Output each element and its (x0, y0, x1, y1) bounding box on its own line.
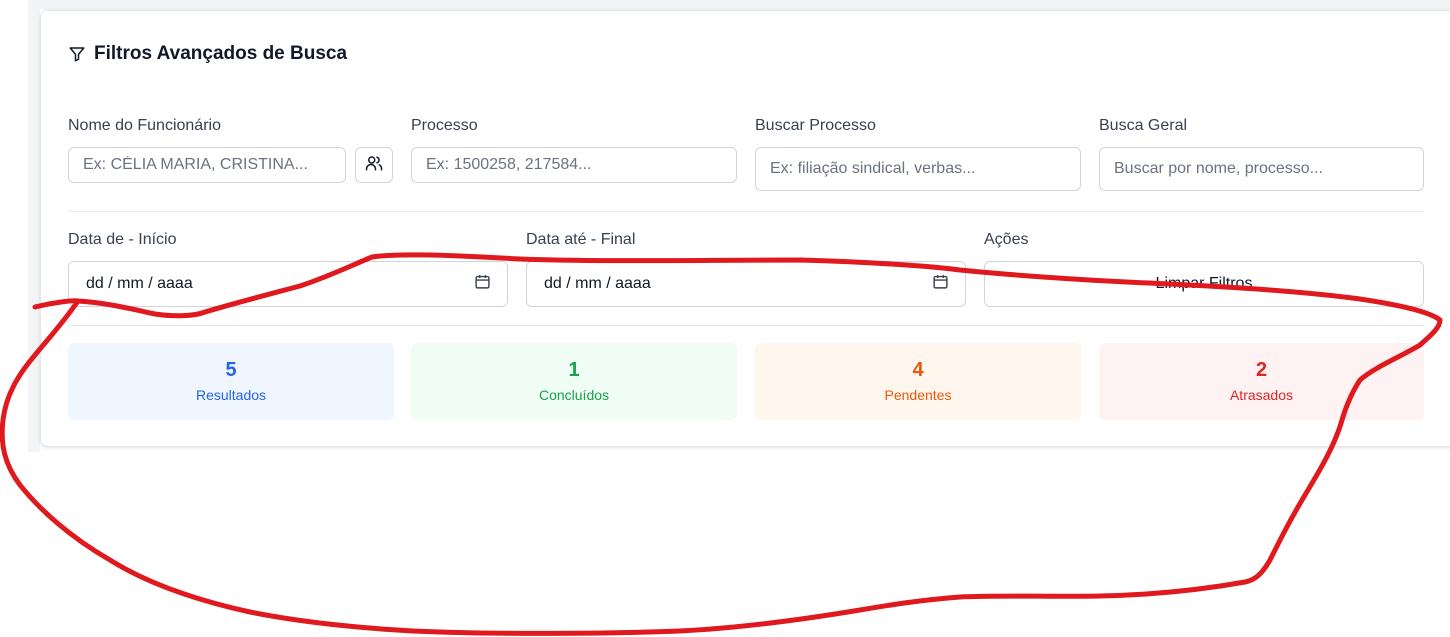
users-icon (365, 154, 383, 177)
start-date-label: Data de - Início (68, 231, 177, 248)
select-employees-button[interactable] (355, 147, 393, 183)
search-process-label: Buscar Processo (755, 117, 876, 134)
stat-value: 1 (568, 359, 580, 381)
clear-filters-button[interactable]: Limpar Filtros (984, 261, 1424, 307)
start-date-value: dd / mm / aaaa (86, 275, 193, 292)
start-date-input[interactable]: dd / mm / aaaa (68, 261, 508, 307)
stat-pending: 4 Pendentes (755, 343, 1081, 420)
end-date-label: Data até - Final (526, 231, 636, 248)
card-title: Filtros Avançados de Busca (68, 42, 347, 66)
calendar-icon[interactable] (474, 273, 491, 295)
stat-results: 5 Resultados (68, 343, 394, 420)
process-input[interactable] (411, 147, 737, 183)
general-search-label: Busca Geral (1099, 117, 1188, 134)
general-search-input[interactable] (1099, 147, 1424, 191)
stat-value: 4 (912, 359, 924, 381)
actions-label: Ações (984, 231, 1029, 248)
stat-overdue: 2 Atrasados (1099, 343, 1424, 420)
page-background-top (28, 0, 1450, 10)
stat-label: Atrasados (1229, 387, 1294, 403)
calendar-icon[interactable] (932, 273, 949, 295)
employee-name-input[interactable] (68, 147, 346, 183)
end-date-input[interactable]: dd / mm / aaaa (526, 261, 966, 307)
stat-completed: 1 Concluídos (411, 343, 737, 420)
page-background-left (28, 0, 40, 452)
stat-value: 5 (225, 359, 237, 381)
employee-name-label: Nome do Funcionário (68, 117, 221, 134)
stat-label: Resultados (195, 387, 267, 403)
divider (68, 325, 1424, 326)
filter-icon (68, 45, 86, 63)
search-process-input[interactable] (755, 147, 1081, 191)
end-date-value: dd / mm / aaaa (544, 275, 651, 292)
stat-value: 2 (1255, 359, 1268, 381)
process-label: Processo (411, 117, 478, 134)
stat-label: Concluídos (538, 387, 610, 403)
stat-label: Pendentes (884, 387, 952, 403)
advanced-filters-card: Filtros Avançados de Busca Nome do Funci… (40, 10, 1450, 447)
divider (68, 211, 1424, 212)
card-title-text: Filtros Avançados de Busca (94, 43, 348, 64)
